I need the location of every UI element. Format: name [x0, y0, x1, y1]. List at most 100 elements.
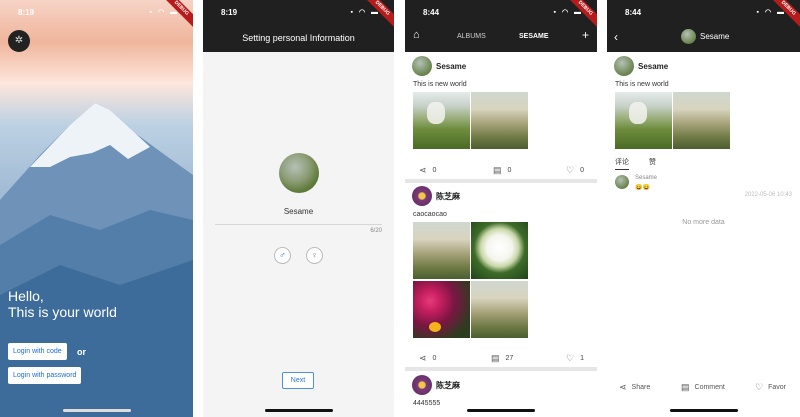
divider: [405, 367, 597, 371]
comment-icon: ▤: [493, 165, 502, 175]
avatar[interactable]: [614, 56, 634, 76]
post-image[interactable]: [615, 92, 672, 149]
char-counter: 6/20: [370, 228, 382, 234]
post-text: This is new world: [413, 81, 467, 88]
greeting-line-2: This is your world: [8, 304, 117, 320]
post-detail-screen: 8:44 ▪ ◠ ▬ ‹ Sesame DEBUG Sesame This is…: [607, 0, 800, 417]
home-indicator: [467, 409, 535, 412]
share-count: 0: [432, 167, 437, 174]
app-bar: 8:44 ▪ ◠ ▬ ⌂ ALBUMS SESAME + DEBUG: [405, 0, 597, 52]
home-indicator: [264, 409, 333, 412]
post-text: This is new world: [615, 81, 669, 88]
post-image[interactable]: [413, 281, 470, 338]
post-image[interactable]: [471, 281, 528, 338]
detail-tabs: 评论 赞: [615, 157, 676, 170]
home-indicator: [62, 409, 131, 412]
back-icon[interactable]: ‹: [614, 30, 618, 44]
post-image[interactable]: [413, 222, 470, 279]
avatar: [681, 29, 696, 44]
comment-item: Sesame 😄😄 2022-05-06 10:43: [615, 173, 792, 201]
home-icon[interactable]: ⌂: [413, 29, 420, 41]
comment-icon: ▤: [681, 382, 690, 392]
comment-label: Comment: [694, 384, 725, 391]
comment-count: 27: [505, 355, 514, 362]
status-bar: 8:44 ▪ ◠ ▬: [607, 0, 800, 24]
post-image[interactable]: [471, 92, 528, 149]
comment-username: Sesame: [635, 175, 658, 181]
greeting: Hello, This is your world: [8, 288, 117, 320]
heart-icon: ♡: [566, 165, 575, 175]
avatar[interactable]: [412, 186, 432, 206]
name-field[interactable]: Sesame: [203, 207, 394, 216]
favor-button[interactable]: ♡ Favor: [755, 382, 786, 393]
post-actions: ⋖ 0 ▤ 0 ♡ 0: [405, 160, 597, 180]
no-more-data: No more data: [682, 219, 725, 226]
post-header[interactable]: 陈芝麻: [412, 375, 460, 395]
comment-action[interactable]: ▤ 0: [493, 165, 511, 176]
page-title-text: Sesame: [700, 32, 730, 41]
comment-icon: ▤: [491, 353, 500, 363]
status-time: 8:19: [221, 8, 238, 17]
tab-sesame[interactable]: SESAME: [519, 33, 549, 40]
post-username[interactable]: 陈芝麻: [436, 380, 460, 391]
post-image[interactable]: [413, 92, 470, 149]
male-icon[interactable]: ♂: [274, 247, 291, 264]
post-actions: ⋖ 0 ▤ 27 ♡ 1: [405, 348, 597, 368]
name-field-underline: [215, 224, 382, 225]
tab-comments[interactable]: 评论: [615, 157, 629, 170]
share-label: Share: [631, 384, 651, 391]
post-header[interactable]: Sesame: [412, 56, 466, 76]
avatar[interactable]: [279, 153, 319, 193]
login-with-password-button[interactable]: Login with password: [8, 367, 82, 384]
home-indicator: [669, 409, 738, 412]
or-label: or: [77, 347, 86, 357]
greeting-line-1: Hello,: [8, 288, 44, 304]
post-image[interactable]: [673, 92, 730, 149]
post-username[interactable]: Sesame: [436, 62, 466, 71]
comment-action[interactable]: ▤ 27: [491, 353, 513, 364]
like-count: 1: [580, 355, 584, 362]
post-text: caocaocao: [413, 211, 447, 218]
avatar[interactable]: [412, 56, 432, 76]
avatar[interactable]: [615, 175, 629, 189]
share-icon: ⋖: [619, 382, 627, 392]
app-logo-icon: ✲: [8, 30, 30, 52]
comment-count: 0: [507, 167, 512, 174]
login-with-code-button[interactable]: Login with code: [8, 343, 67, 360]
like-action[interactable]: ♡ 1: [566, 353, 584, 364]
comment-time: 2022-05-06 10:43: [744, 192, 792, 198]
next-button[interactable]: Next: [282, 372, 314, 389]
share-action[interactable]: ⋖ 0: [419, 165, 436, 176]
screenshot-collage: 8:19 ▪ ◠ ▬ DEBUG ✲ Hello, This is your w…: [0, 0, 800, 417]
post-image[interactable]: [471, 222, 528, 279]
bottom-action-bar: ⋖ Share ▤ Comment ♡ Favor: [607, 380, 800, 396]
share-action[interactable]: ⋖ 0: [419, 353, 436, 364]
status-time: 8:19: [18, 8, 35, 17]
heart-icon: ♡: [755, 382, 764, 392]
post-username[interactable]: Sesame: [638, 62, 668, 71]
like-action[interactable]: ♡ 0: [566, 165, 584, 176]
status-bar: 8:19 ▪ ◠ ▬: [203, 0, 394, 24]
comment-button[interactable]: ▤ Comment: [681, 382, 725, 393]
female-icon[interactable]: ♀: [306, 247, 323, 264]
avatar[interactable]: [412, 375, 432, 395]
like-count: 0: [580, 167, 584, 174]
status-time: 8:44: [625, 8, 642, 17]
add-icon[interactable]: +: [582, 28, 589, 42]
app-bar: 8:44 ▪ ◠ ▬ ‹ Sesame DEBUG: [607, 0, 800, 52]
share-button[interactable]: ⋖ Share: [619, 382, 650, 393]
tab-albums[interactable]: ALBUMS: [457, 33, 486, 40]
post-username[interactable]: 陈芝麻: [436, 191, 460, 202]
status-bar: 8:19 ▪ ◠ ▬: [0, 0, 193, 24]
post-header[interactable]: Sesame: [614, 56, 668, 76]
page-title: Setting personal Information: [242, 33, 355, 43]
page-title: Sesame: [681, 29, 729, 44]
share-icon: ⋖: [419, 165, 427, 175]
status-bar: 8:44 ▪ ◠ ▬: [405, 0, 597, 24]
comment-body: 😄😄: [635, 185, 650, 191]
profile-setup-screen: 8:19 ▪ ◠ ▬ Setting personal Information …: [203, 0, 394, 417]
post-text: 4445555: [413, 400, 441, 407]
post-header[interactable]: 陈芝麻: [412, 186, 460, 206]
tab-likes[interactable]: 赞: [649, 157, 656, 170]
login-screen: 8:19 ▪ ◠ ▬ DEBUG ✲ Hello, This is your w…: [0, 0, 193, 417]
